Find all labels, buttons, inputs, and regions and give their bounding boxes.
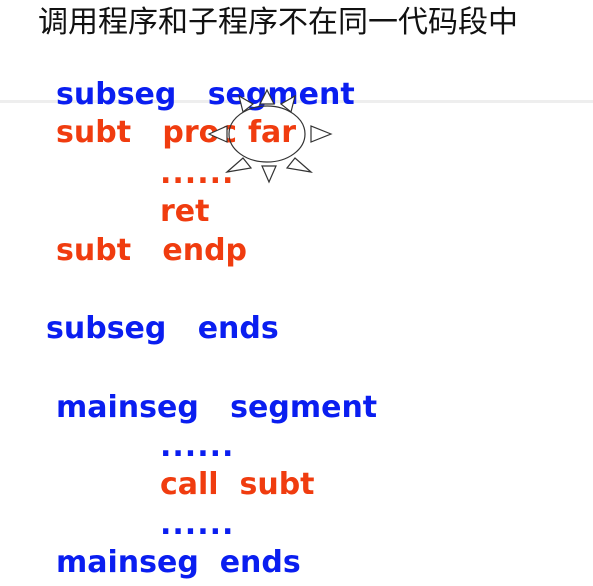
ray-bottom	[261, 165, 277, 184]
code-word-far: far	[248, 115, 297, 150]
code-line-ellipsis-3: ......	[160, 507, 235, 542]
ray-top-right	[279, 94, 296, 114]
code-line-subt-endp: subt endp	[56, 233, 248, 268]
ray-left	[207, 125, 228, 143]
code-line-call-subt: call subt	[160, 467, 315, 502]
ray-top-left	[238, 94, 255, 114]
ray-bottom-right	[285, 157, 313, 173]
code-line-mainseg-ends: mainseg ends	[56, 545, 301, 580]
slide-title: 调用程序和子程序不在同一代码段中	[38, 5, 518, 40]
code-line-ret: ret	[160, 194, 210, 229]
ray-top	[259, 88, 275, 105]
code-line-mainseg-segment: mainseg segment	[56, 390, 378, 425]
ray-right	[310, 125, 333, 143]
code-line-ellipsis-2: ......	[160, 429, 235, 464]
code-line-ellipsis-1: ......	[160, 156, 235, 191]
code-line-subseg-ends: subseg ends	[46, 311, 279, 346]
